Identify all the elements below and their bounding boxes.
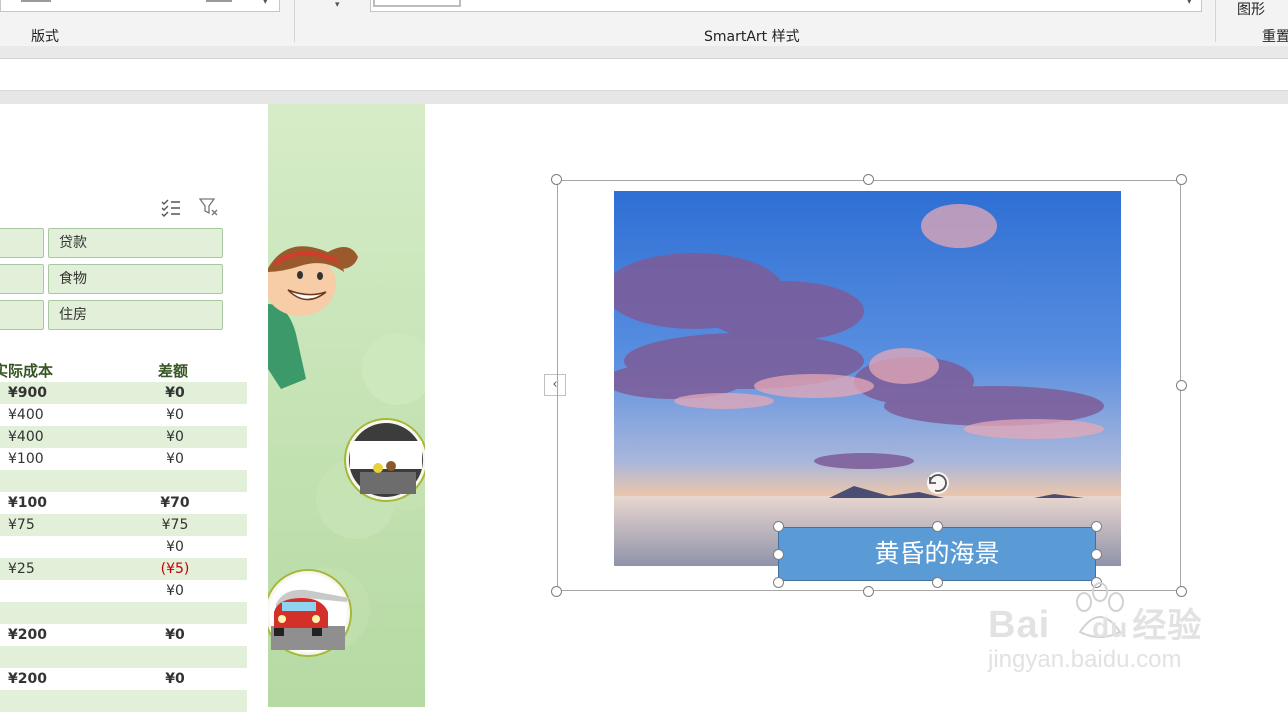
ribbon-separator bbox=[1215, 0, 1216, 42]
slicer-item-food[interactable]: 食物 bbox=[48, 264, 223, 294]
caption-handle-bottom[interactable] bbox=[932, 577, 943, 588]
slicer-item-partial[interactable] bbox=[0, 228, 44, 258]
caption-handle-top-right[interactable] bbox=[1091, 521, 1102, 532]
slicer-item-housing[interactable]: 住房 bbox=[48, 300, 223, 330]
resize-handle-right[interactable] bbox=[1176, 380, 1187, 391]
gallery-item[interactable] bbox=[373, 0, 461, 7]
decorative-illustration bbox=[268, 246, 425, 657]
rotate-handle-icon bbox=[927, 472, 949, 494]
multi-select-icon[interactable] bbox=[160, 197, 182, 217]
group-label-smartart-styles: SmartArt 样式 bbox=[704, 29, 800, 45]
caption-handle-top[interactable] bbox=[932, 521, 943, 532]
table-row[interactable]: ¥400 ¥0 bbox=[0, 426, 247, 448]
slicer-item-loan[interactable]: 贷款 bbox=[48, 228, 223, 258]
table-row[interactable]: ¥25 (¥5) bbox=[0, 558, 247, 580]
ribbon: ▾ 版式 ▾ ▾ SmartArt 样式 图形 重置 bbox=[0, 0, 1288, 47]
gallery-more-icon[interactable]: ▾ bbox=[1187, 0, 1192, 7]
cell-actual-cost[interactable]: ¥900 bbox=[8, 382, 47, 404]
clear-filter-icon[interactable] bbox=[198, 197, 220, 217]
convert-to-shape-button[interactable]: 图形 bbox=[1237, 0, 1265, 19]
gallery-item[interactable] bbox=[206, 0, 232, 2]
girl-cartoon-icon bbox=[268, 246, 358, 389]
formula-bar[interactable] bbox=[0, 59, 1288, 91]
caption-text-shape[interactable]: 黄昏的海景 bbox=[778, 527, 1096, 581]
header-difference: 差额 bbox=[158, 362, 189, 380]
table-row[interactable]: ¥75 ¥75 bbox=[0, 514, 247, 536]
resize-handle-top-left[interactable] bbox=[551, 174, 562, 185]
table-row[interactable] bbox=[0, 690, 247, 712]
sunset-seascape-picture[interactable] bbox=[614, 191, 1121, 566]
caption-handle-bottom-left[interactable] bbox=[773, 577, 784, 588]
cinema-badge-icon bbox=[344, 418, 425, 502]
table-row[interactable]: ¥100 ¥0 bbox=[0, 448, 247, 470]
table-row[interactable]: ¥900 ¥0 bbox=[0, 382, 247, 404]
resize-handle-bottom-left[interactable] bbox=[551, 586, 562, 597]
cell-difference[interactable]: ¥0 bbox=[160, 536, 190, 558]
cell-difference[interactable]: ¥0 bbox=[160, 624, 190, 646]
cell-difference[interactable]: ¥0 bbox=[160, 404, 190, 426]
table-header: 实际成本 差额 bbox=[0, 358, 247, 383]
cell-difference[interactable]: ¥0 bbox=[160, 426, 190, 448]
watermark-cn: 经验 bbox=[1132, 607, 1203, 645]
cell-actual-cost[interactable]: ¥100 bbox=[8, 448, 44, 470]
baidu-jingyan-watermark: Bai du 经验 jingyan.baidu.com bbox=[988, 582, 1228, 686]
sheet-header-strip bbox=[0, 91, 1288, 105]
ribbon-separator bbox=[294, 0, 295, 42]
resize-handle-top[interactable] bbox=[863, 174, 874, 185]
cell-difference[interactable]: ¥0 bbox=[160, 448, 190, 470]
cell-difference[interactable]: (¥5) bbox=[160, 558, 190, 580]
watermark-brand: Bai du 经验 bbox=[988, 598, 1202, 647]
caption-handle-right[interactable] bbox=[1091, 549, 1102, 560]
resize-handle-top-right[interactable] bbox=[1176, 174, 1187, 185]
watermark-brand-bai: Bai bbox=[988, 604, 1051, 646]
table-row[interactable]: ¥100 ¥70 bbox=[0, 492, 247, 514]
slicer-item-partial[interactable] bbox=[0, 300, 44, 330]
caption-handle-left[interactable] bbox=[773, 549, 784, 560]
resize-handle-bottom[interactable] bbox=[863, 586, 874, 597]
table-row[interactable] bbox=[0, 470, 247, 492]
table-row[interactable]: ¥200 ¥0 bbox=[0, 668, 247, 690]
cell-difference[interactable]: ¥75 bbox=[160, 514, 190, 536]
cell-difference[interactable]: ¥0 bbox=[160, 668, 190, 690]
cell-actual-cost[interactable]: ¥25 bbox=[8, 558, 35, 580]
cell-actual-cost[interactable]: ¥400 bbox=[8, 426, 44, 448]
ribbon-collapse-strip bbox=[0, 46, 1288, 59]
cell-difference[interactable]: ¥0 bbox=[160, 382, 190, 404]
slicer-item-partial[interactable] bbox=[0, 264, 44, 294]
group-label-reset: 重置 bbox=[1262, 29, 1288, 45]
header-actual-cost: 实际成本 bbox=[0, 362, 54, 380]
table-row[interactable]: ¥200 ¥0 bbox=[0, 624, 247, 646]
smartart-styles-gallery[interactable]: ▾ bbox=[370, 0, 1202, 12]
layout-gallery[interactable]: ▾ bbox=[0, 0, 280, 12]
cell-difference[interactable]: ¥0 bbox=[160, 580, 190, 602]
cell-actual-cost[interactable]: ¥100 bbox=[8, 492, 47, 514]
watermark-brand-du: du bbox=[1092, 612, 1129, 643]
gallery-more-icon[interactable]: ▾ bbox=[263, 0, 268, 7]
table-row[interactable]: ¥400 ¥0 bbox=[0, 404, 247, 426]
table-row[interactable]: ¥0 bbox=[0, 536, 247, 558]
cell-actual-cost[interactable]: ¥75 bbox=[8, 514, 35, 536]
caption-handle-top-left[interactable] bbox=[773, 521, 784, 532]
group-label-layout: 版式 bbox=[31, 29, 59, 45]
cell-actual-cost[interactable]: ¥200 bbox=[8, 668, 47, 690]
cell-actual-cost[interactable]: ¥400 bbox=[8, 404, 44, 426]
table-row[interactable]: ¥0 bbox=[0, 580, 247, 602]
change-colors-dropdown-icon[interactable]: ▾ bbox=[335, 0, 340, 10]
watermark-url: jingyan.baidu.com bbox=[988, 646, 1182, 673]
decorative-panel bbox=[268, 104, 425, 707]
table-row[interactable] bbox=[0, 646, 247, 668]
spreadsheet-area: 贷款 食物 住房 实际成本 差额 ¥900 ¥0 ¥400 ¥0 ¥400 ¥0 ¥100 ¥… bbox=[0, 104, 268, 712]
cell-actual-cost[interactable]: ¥200 bbox=[8, 624, 47, 646]
table-row[interactable] bbox=[0, 602, 247, 624]
cell-difference[interactable]: ¥70 bbox=[160, 492, 190, 514]
car-badge-icon bbox=[268, 569, 352, 657]
gallery-item[interactable] bbox=[21, 0, 51, 2]
